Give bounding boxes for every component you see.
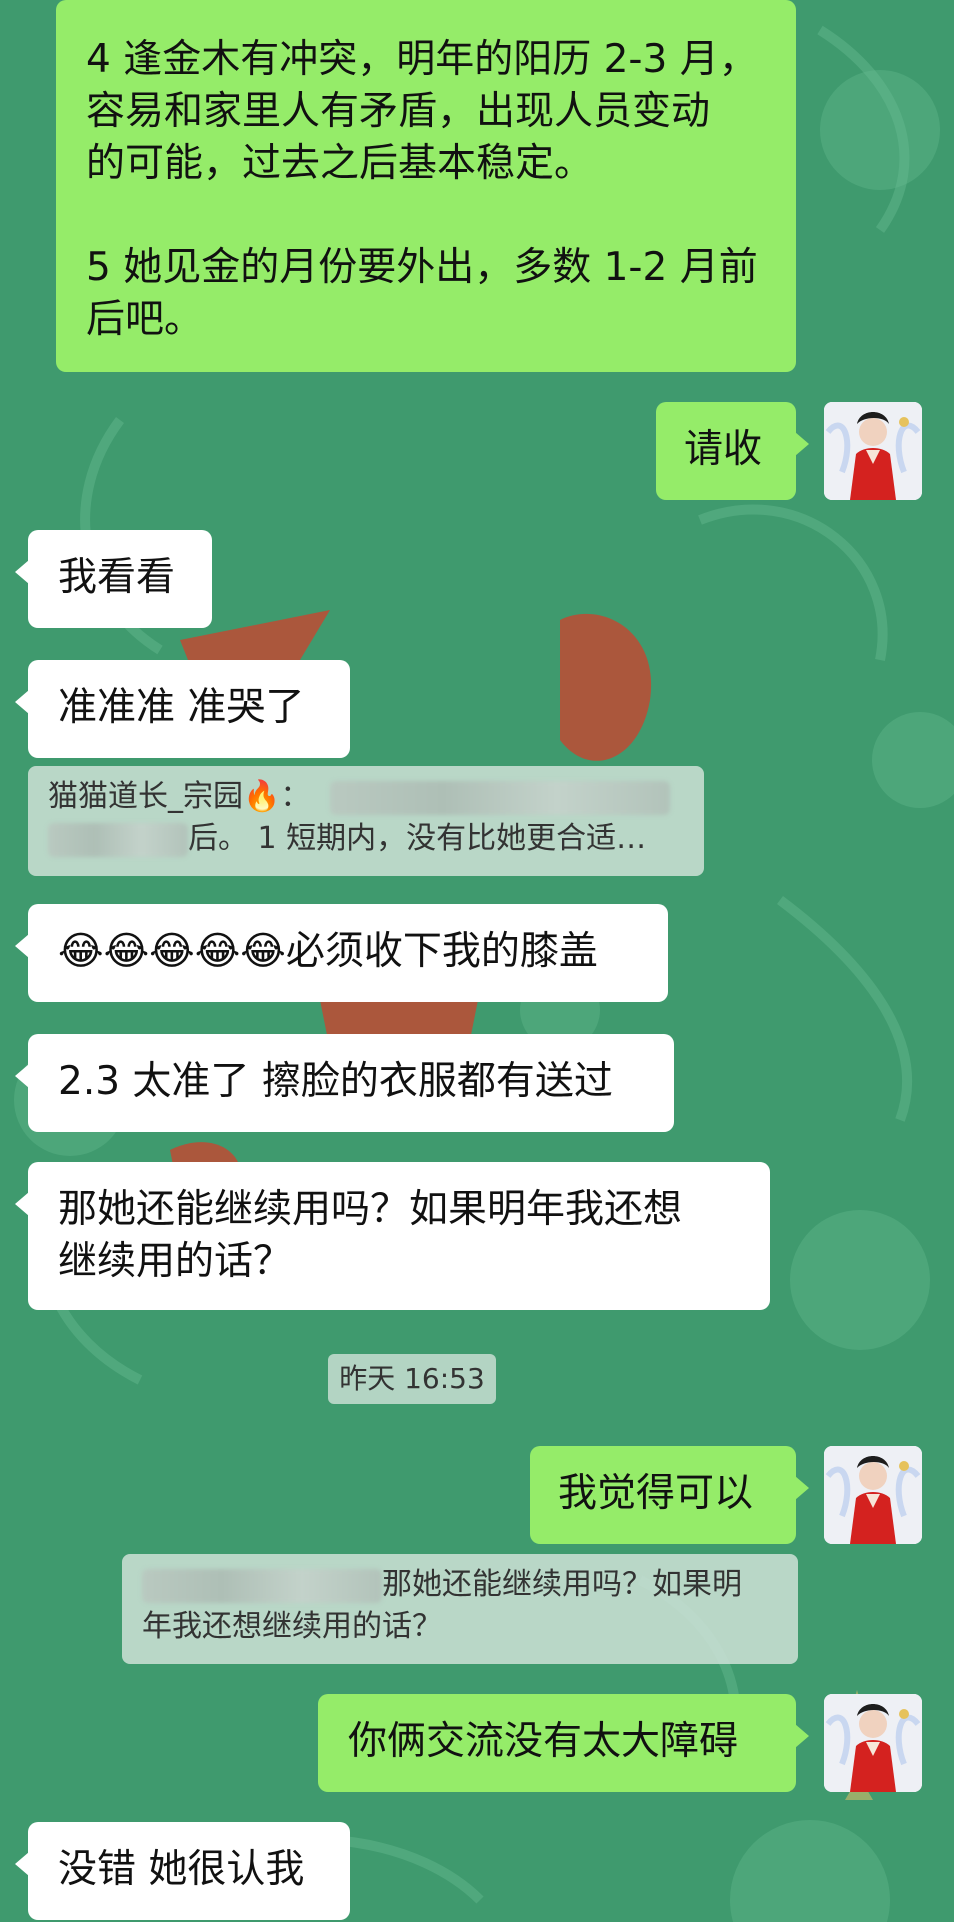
quote-line: 后。 1 短期内，没有比她更合适…	[48, 818, 684, 860]
quote-text: 后。 1 短期内，没有比她更合适…	[188, 821, 647, 856]
message-line	[86, 190, 770, 242]
quote-line: 那她还能继续用吗？如果明	[142, 1564, 778, 1606]
their-message-bubble[interactable]: 😂😂😂😂😂必须收下我的膝盖	[15, 904, 668, 1002]
timestamp-divider: 昨天 16:53	[328, 1354, 496, 1404]
message-text: 你俩交流没有太大障碍	[348, 1719, 739, 1764]
redacted-text	[142, 1568, 382, 1603]
quote-line: 年我还想继续用的话？	[142, 1606, 778, 1648]
quoted-reply[interactable]: 猫猫道长_宗园🔥： 后。 1 短期内，没有比她更合适…	[28, 766, 704, 876]
message-line: 那她还能继续用吗？如果明年我还想	[58, 1187, 683, 1232]
message-line: 后吧。	[86, 297, 204, 342]
message-text: 我觉得可以	[558, 1471, 754, 1516]
quote-text: 年我还想继续用的话？	[142, 1609, 442, 1644]
message-text: 😂😂😂😂😂必须收下我的膝盖	[58, 929, 598, 974]
message-line: 容易和家里人有矛盾，出现人员变动	[86, 89, 711, 134]
their-message-bubble[interactable]: 那她还能继续用吗？如果明年我还想 继续用的话？	[15, 1162, 770, 1310]
my-avatar[interactable]	[824, 1446, 922, 1544]
message-line: 继续用的话？	[58, 1239, 293, 1284]
redacted-text	[329, 780, 670, 815]
avatar-icon	[824, 402, 922, 500]
quoted-reply[interactable]: 那她还能继续用吗？如果明 年我还想继续用的话？	[122, 1554, 798, 1664]
my-avatar[interactable]	[824, 402, 922, 500]
message-text: 准准准 准哭了	[58, 685, 305, 730]
my-message-bubble[interactable]: 请收	[656, 402, 809, 500]
my-avatar[interactable]	[824, 1694, 922, 1792]
my-message-bubble[interactable]: 你俩交流没有太大障碍	[318, 1694, 809, 1792]
quote-text: 那她还能继续用吗？如果明	[382, 1567, 742, 1602]
avatar-icon	[824, 1446, 922, 1544]
message-text: 没错 她很认我	[58, 1847, 305, 1892]
message-text: 我看看	[58, 555, 176, 600]
message-line: 5 她见金的月份要外出，多数 1-2 月前	[86, 245, 758, 290]
redacted-text	[48, 822, 188, 857]
their-message-bubble[interactable]: 没错 她很认我	[15, 1822, 350, 1920]
my-message-bubble[interactable]: 4 逢金木有冲突，明年的阳历 2-3 月， 容易和家里人有矛盾，出现人员变动 的…	[56, 0, 796, 372]
their-message-bubble[interactable]: 准准准 准哭了	[15, 660, 350, 758]
quote-sender: 猫猫道长_宗园🔥：	[48, 779, 311, 814]
message-line: 的可能，过去之后基本稳定。	[86, 141, 594, 186]
quote-line: 猫猫道长_宗园🔥：	[48, 776, 684, 818]
their-message-bubble[interactable]: 2.3 太准了 擦脸的衣服都有送过	[15, 1034, 674, 1132]
my-message-bubble[interactable]: 我觉得可以	[530, 1446, 809, 1544]
avatar-icon	[824, 1694, 922, 1792]
message-line: 4 逢金木有冲突，明年的阳历 2-3 月，	[86, 37, 758, 82]
their-message-bubble[interactable]: 我看看	[15, 530, 212, 628]
message-text: 请收	[684, 427, 763, 472]
message-text: 2.3 太准了 擦脸的衣服都有送过	[58, 1059, 613, 1104]
